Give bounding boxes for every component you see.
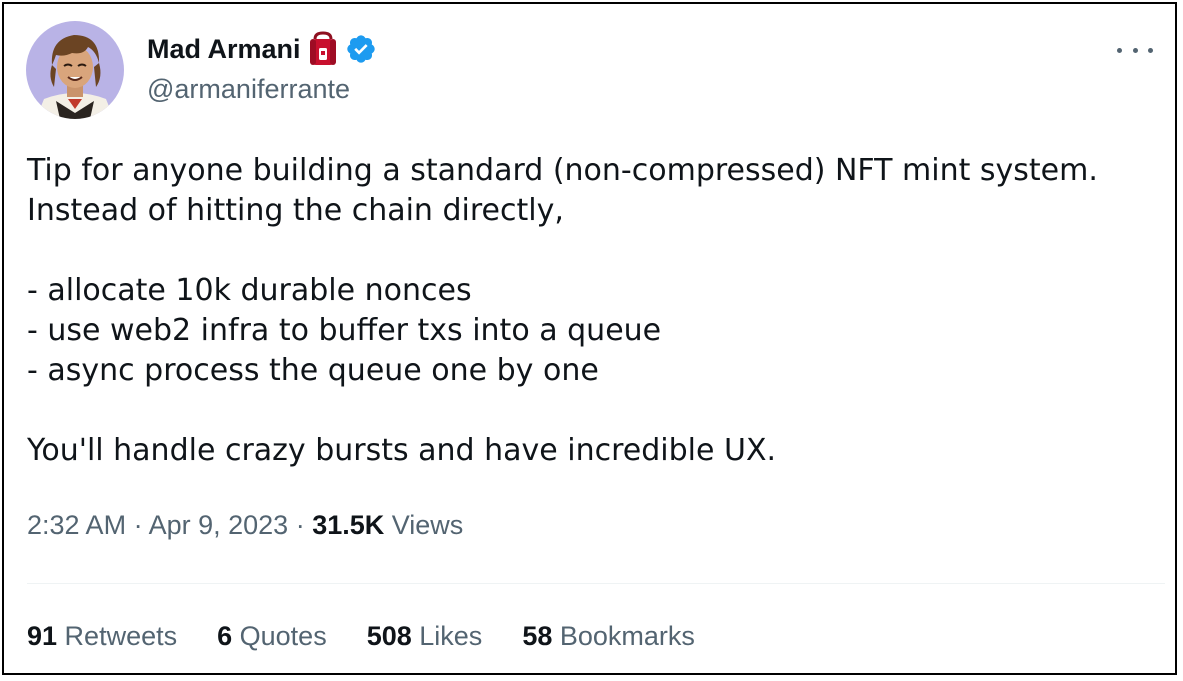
backpack-emoji-icon <box>307 31 339 67</box>
more-dot <box>1117 47 1122 53</box>
tweet-body: Tip for anyone building a standard (non-… <box>27 151 1157 471</box>
retweets-label: Retweets <box>57 621 178 651</box>
tweet-date[interactable]: Apr 9, 2023 <box>149 510 289 540</box>
likes-label: Likes <box>411 621 483 651</box>
meta-separator: · <box>288 510 313 540</box>
bookmarks-label: Bookmarks <box>552 621 695 651</box>
author-name-row: Mad Armani <box>147 28 377 70</box>
likes-count: 508 <box>366 621 412 651</box>
engagement-stats: 91 Retweets 6 Quotes 508 Likes 58 Bookma… <box>27 621 695 652</box>
more-dot <box>1148 47 1153 53</box>
bookmarks-count: 58 <box>522 621 553 651</box>
tweet-line: Instead of hitting the chain directly, <box>27 193 564 228</box>
meta-separator: · <box>126 510 149 540</box>
likes-stat[interactable]: 508 Likes <box>367 621 483 652</box>
tweet-bullet: - allocate 10k durable nonces <box>27 273 472 308</box>
more-dot <box>1132 47 1138 53</box>
display-name[interactable]: Mad Armani <box>147 34 301 65</box>
views-label: Views <box>384 510 464 540</box>
quotes-stat[interactable]: 6 Quotes <box>217 621 327 652</box>
quotes-count: 6 <box>217 621 233 651</box>
tweet-meta: 2:32 AM · Apr 9, 2023 · 31.5K Views <box>27 510 463 541</box>
divider <box>27 583 1165 584</box>
author-handle[interactable]: @armaniferrante <box>147 74 350 105</box>
tweet-bullet: - async process the queue one by one <box>27 353 599 388</box>
tweet-time[interactable]: 2:32 AM <box>27 510 126 540</box>
quotes-label: Quotes <box>232 621 327 651</box>
verified-badge-icon <box>345 33 377 65</box>
tweet-line: Tip for anyone building a standard (non-… <box>27 153 1098 188</box>
tweet-card: Mad Armani @armaniferrante Tip for anyon… <box>2 2 1177 675</box>
tweet-bullet: - use web2 infra to buffer txs into a qu… <box>27 313 662 348</box>
views-count[interactable]: 31.5K <box>312 510 384 540</box>
avatar[interactable] <box>26 21 124 119</box>
tweet-line: You'll handle crazy bursts and have incr… <box>27 433 777 468</box>
retweets-count: 91 <box>27 621 58 651</box>
bookmarks-stat[interactable]: 58 Bookmarks <box>522 621 695 652</box>
more-options-icon[interactable] <box>1117 40 1153 60</box>
avatar-image <box>26 21 124 119</box>
retweets-stat[interactable]: 91 Retweets <box>27 621 177 652</box>
